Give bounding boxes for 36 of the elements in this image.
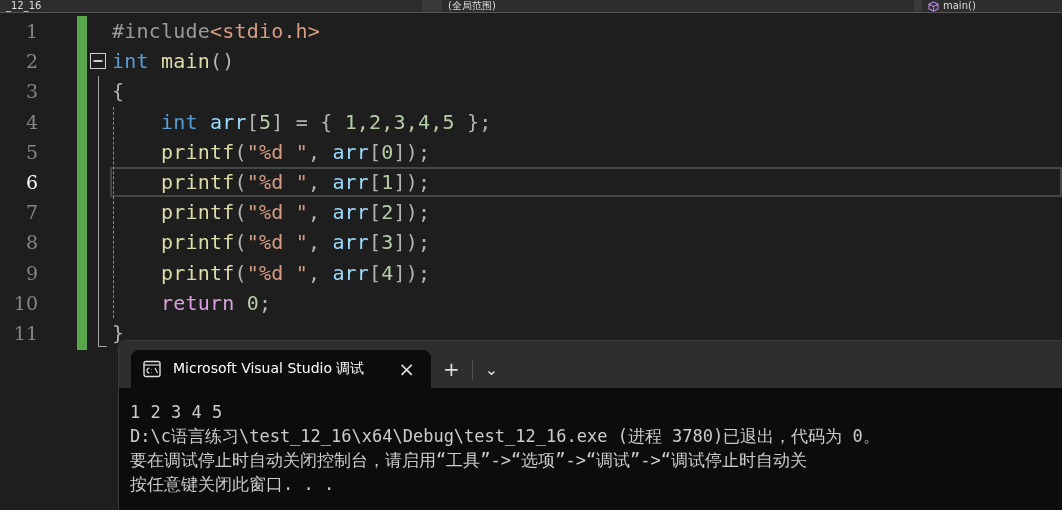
console-output-line: 1 2 3 4 5 (130, 401, 224, 424)
line-number: 8 (24, 230, 38, 256)
member-dropdown[interactable]: main() (922, 0, 1062, 12)
new-tab-button[interactable]: + (431, 350, 472, 388)
line-number: 9 (24, 260, 38, 286)
close-tab-button[interactable]: × (392, 357, 421, 381)
line-number: 1 (24, 19, 38, 44)
line-number: 4 (24, 109, 38, 135)
code-line: { (111, 78, 126, 106)
console-output-line: D:\c语言练习\test_12_16\x64\Debug\test_12_16.exe (进程 3780)已退出，代码为 0。 (130, 425, 881, 448)
code-line: } (111, 319, 126, 347)
code-line: printf("%d ", arr[4]); (159, 259, 432, 287)
scope-dropdown[interactable]: (全局范围) (442, 0, 914, 12)
dropdown-button[interactable]: ⌄ (472, 350, 511, 388)
line-number: 10 (12, 290, 38, 316)
code-line: return 0; (159, 289, 273, 317)
terminal-tab[interactable]: Microsoft Visual Studio 调试 × (131, 350, 431, 388)
console-icon (143, 360, 161, 378)
code-line: printf("%d ", arr[2]); (159, 199, 432, 227)
code-line: int main() (111, 48, 236, 76)
collapse-icon[interactable] (90, 53, 106, 70)
console-output-line: 按任意键关闭此窗口. . . (130, 473, 336, 496)
code-line: printf("%d ", arr[0]); (159, 138, 432, 166)
line-number: 5 (24, 139, 38, 165)
line-number: 2 (24, 49, 38, 75)
tab-title: Microsoft Visual Studio 调试 (173, 360, 366, 378)
code-line: #include<stdio.h> (111, 18, 322, 46)
line-number: 11 (12, 320, 38, 346)
console-output-line: 要在调试停止时自动关闭控制台，请启用“工具”->“选项”->“调试”->“调试停止时自动关 (130, 449, 809, 472)
line-number: 7 (24, 200, 38, 226)
line-number: 6 (24, 169, 38, 195)
code-line: int arr[5] = { 1,2,3,4,5 }; (159, 108, 493, 136)
code-line: printf("%d ", arr[3]); (159, 229, 432, 257)
line-number: 3 (24, 79, 38, 105)
cube-icon (928, 0, 939, 12)
project-dropdown[interactable]: _12_16 (0, 0, 422, 12)
